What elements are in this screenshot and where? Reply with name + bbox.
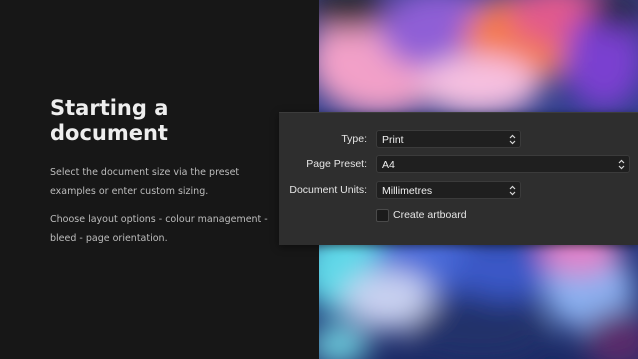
page-title: Starting a document bbox=[50, 96, 169, 145]
intro-panel: Starting a document Select the document … bbox=[0, 0, 319, 359]
document-units-select-value: Millimetres bbox=[382, 185, 433, 197]
intro-paragraph-layout: Choose layout options - colour managemen… bbox=[50, 214, 268, 244]
intro-paragraph-size: Select the document size via the preset … bbox=[50, 167, 240, 197]
up-down-chevron-icon bbox=[509, 185, 516, 196]
type-select-value: Print bbox=[382, 134, 404, 146]
page-preset-select-value: A4 bbox=[382, 159, 395, 171]
create-artboard-label[interactable]: Create artboard bbox=[393, 209, 467, 221]
page-preset-label: Page Preset: bbox=[306, 158, 367, 170]
document-units-select[interactable]: Millimetres bbox=[376, 181, 521, 199]
tutorial-slide: Starting a document Select the document … bbox=[0, 0, 638, 359]
page-preset-row: Page Preset: A4 bbox=[279, 155, 638, 175]
type-select[interactable]: Print bbox=[376, 130, 521, 148]
create-artboard-checkbox[interactable] bbox=[376, 209, 389, 222]
document-units-row: Document Units: Millimetres bbox=[279, 181, 638, 201]
page-preset-select[interactable]: A4 bbox=[376, 155, 630, 173]
up-down-chevron-icon bbox=[618, 159, 625, 170]
document-units-label: Document Units: bbox=[289, 184, 367, 196]
type-row: Type: Print bbox=[279, 130, 638, 150]
up-down-chevron-icon bbox=[509, 134, 516, 145]
type-label: Type: bbox=[341, 133, 367, 145]
new-document-dialog: Type: Print Page Preset: A4 Document Uni… bbox=[279, 112, 638, 245]
